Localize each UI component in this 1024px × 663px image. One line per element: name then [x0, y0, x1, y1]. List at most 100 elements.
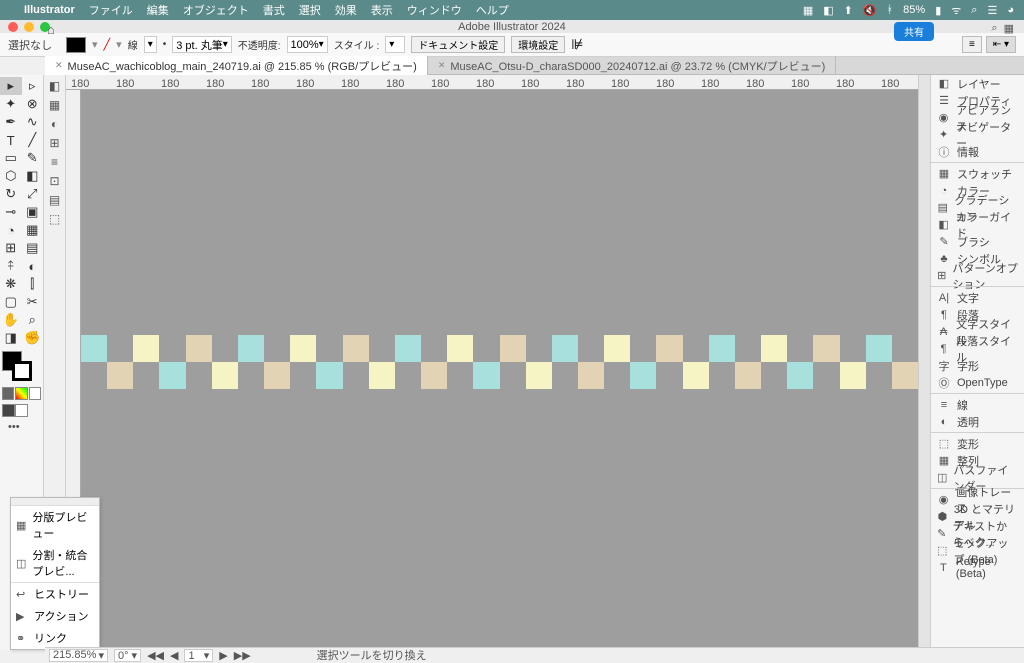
- align-icon[interactable]: ⊯: [571, 36, 583, 53]
- close-tab-icon[interactable]: ✕: [55, 60, 63, 71]
- close-tab-icon[interactable]: ✕: [438, 60, 446, 71]
- panel-透明[interactable]: ◐透明: [931, 413, 1024, 430]
- panel-expand[interactable]: ⇤ ▾: [986, 36, 1016, 53]
- lasso-tool[interactable]: ⊗: [22, 95, 44, 113]
- screen-mode[interactable]: [2, 404, 15, 417]
- line-tool[interactable]: ╱: [22, 131, 44, 149]
- panel-変形[interactable]: ⬚変形: [931, 435, 1024, 452]
- shape-builder-tool[interactable]: ◔: [0, 221, 22, 239]
- color-swatches[interactable]: [2, 351, 32, 381]
- color-mode-gradient[interactable]: [15, 387, 27, 400]
- panel-線[interactable]: ≡線: [931, 396, 1024, 413]
- color-mode-none[interactable]: [29, 387, 41, 400]
- arrange-icon[interactable]: ▦: [1004, 22, 1014, 35]
- dropdown-icon[interactable]: ▾: [92, 38, 98, 51]
- menu-view[interactable]: 表示: [371, 2, 393, 18]
- ruler-horizontal[interactable]: 1801801801801801801801801801801801801801…: [66, 75, 918, 90]
- color-mode-normal[interactable]: [2, 387, 14, 400]
- menu-effect[interactable]: 効果: [335, 2, 357, 18]
- panel-ブラシ[interactable]: ✎ブラシ: [931, 233, 1024, 250]
- share-button[interactable]: 共有: [894, 22, 934, 41]
- slice-tool[interactable]: ✂: [22, 293, 44, 311]
- zoom-field[interactable]: 215.85% ▾: [49, 649, 108, 662]
- mesh-tool[interactable]: ⊞: [0, 239, 22, 257]
- artboard-prev-icon[interactable]: ◀◀: [147, 649, 164, 662]
- links-panel[interactable]: ⚭リンク: [11, 627, 99, 649]
- canvas[interactable]: 1801801801801801801801801801801801801801…: [66, 75, 918, 650]
- user-icon[interactable]: ◕: [1007, 4, 1014, 16]
- artboard-tool[interactable]: ▢: [0, 293, 22, 311]
- panel-段落スタイル[interactable]: ¶段落スタイル: [931, 340, 1024, 357]
- curvature-tool[interactable]: ∿: [22, 113, 44, 131]
- hand-tool-2[interactable]: ✊: [22, 329, 44, 347]
- paintbrush-tool[interactable]: ✎: [22, 149, 44, 167]
- menu-select[interactable]: 選択: [299, 2, 321, 18]
- type-tool[interactable]: T: [0, 131, 22, 149]
- dock-icon[interactable]: ▦: [47, 97, 63, 113]
- menu-edit[interactable]: 編集: [147, 2, 169, 18]
- panel-drag-handle[interactable]: [11, 498, 99, 506]
- doc-tab-1[interactable]: ✕MuseAC_wachicoblog_main_240719.ai @ 215…: [45, 56, 428, 76]
- menu-help[interactable]: ヘルプ: [476, 2, 509, 18]
- search-icon[interactable]: ⌕: [971, 4, 977, 17]
- shaper-tool[interactable]: ⬡: [0, 167, 22, 185]
- rotate-tool[interactable]: ↻: [0, 185, 22, 203]
- stroke-swatch-icon[interactable]: ╱: [104, 38, 111, 51]
- dock-icon[interactable]: ⊞: [47, 135, 63, 151]
- bg-toggle-tool[interactable]: ◨: [0, 329, 22, 347]
- document-setup-button[interactable]: ドキュメント設定: [411, 36, 505, 53]
- dock-icon[interactable]: ≡: [47, 154, 63, 170]
- stroke-profile[interactable]: 3 pt. 丸筆 ▾: [172, 36, 232, 53]
- menu-type[interactable]: 書式: [263, 2, 285, 18]
- hand-tool[interactable]: ✋: [0, 311, 22, 329]
- free-transform-tool[interactable]: ▣: [22, 203, 44, 221]
- gradient-tool[interactable]: ▤: [22, 239, 44, 257]
- panel-カラーガイド[interactable]: ◧カラーガイド: [931, 216, 1024, 233]
- style-dropdown[interactable]: ▾: [385, 36, 405, 53]
- zoom-tool[interactable]: ⌕: [22, 311, 44, 329]
- battery-icon[interactable]: ▮: [935, 4, 941, 17]
- stroke-color[interactable]: [12, 361, 32, 381]
- panel-レイヤー[interactable]: ◧レイヤー: [931, 75, 1024, 92]
- panel-ナビゲーター[interactable]: ✦ナビゲーター: [931, 126, 1024, 143]
- stroke-weight[interactable]: ▾: [144, 36, 157, 53]
- menu-file[interactable]: ファイル: [89, 2, 133, 18]
- rectangle-tool[interactable]: ▭: [0, 149, 22, 167]
- vertical-scrollbar[interactable]: [918, 75, 930, 650]
- menubar-app[interactable]: Illustrator: [24, 4, 75, 16]
- artboard-next-icon[interactable]: ▶▶: [234, 649, 251, 662]
- panel-Retype (Beta)[interactable]: TRetype (Beta): [931, 559, 1024, 576]
- actions-panel[interactable]: ▶アクション: [11, 605, 99, 627]
- doc-tab-2[interactable]: ✕MuseAC_Otsu-D_charaSD000_20240712.ai @ …: [428, 56, 837, 76]
- separation-preview[interactable]: ▦分版プレビュー: [11, 506, 99, 544]
- history-panel[interactable]: ↩ヒストリー: [11, 583, 99, 605]
- blend-tool[interactable]: ◐: [22, 257, 44, 275]
- perspective-tool[interactable]: ▦: [22, 221, 44, 239]
- volume-icon[interactable]: 🔇: [863, 4, 877, 17]
- pen-tool[interactable]: ✒: [0, 113, 22, 131]
- artboard-field[interactable]: 1 ▾: [184, 649, 213, 662]
- scale-tool[interactable]: ⤢: [22, 185, 44, 203]
- width-tool[interactable]: ⊸: [0, 203, 22, 221]
- artboard-next-icon[interactable]: ▶: [219, 649, 227, 662]
- panel-toggle[interactable]: ≡: [962, 36, 982, 53]
- direct-selection-tool[interactable]: ▹: [22, 77, 44, 95]
- panel-文字[interactable]: A|文字: [931, 289, 1024, 306]
- bluetooth-icon[interactable]: ᚼ: [887, 4, 894, 16]
- panel-OpenType[interactable]: ⓄOpenType: [931, 374, 1024, 391]
- screen-mode-2[interactable]: [15, 404, 28, 417]
- selection-tool[interactable]: ▸: [0, 77, 22, 95]
- flatten-preview[interactable]: ◫分割・統合プレビ...: [11, 544, 99, 582]
- panel-情報[interactable]: ⓘ情報: [931, 143, 1024, 160]
- menu-object[interactable]: オブジェクト: [183, 2, 249, 18]
- preferences-button[interactable]: 環境設定: [511, 36, 565, 53]
- close-window[interactable]: [8, 22, 18, 32]
- dropdown-icon[interactable]: ▾: [116, 38, 122, 51]
- artboard-prev-icon[interactable]: ◀: [170, 649, 178, 662]
- eraser-tool[interactable]: ◧: [22, 167, 44, 185]
- dock-icon[interactable]: ⊡: [47, 173, 63, 189]
- fill-swatch[interactable]: [66, 37, 86, 53]
- minimize-window[interactable]: [24, 22, 34, 32]
- panel-字形[interactable]: 字字形: [931, 357, 1024, 374]
- dock-icon[interactable]: ◐: [47, 116, 63, 132]
